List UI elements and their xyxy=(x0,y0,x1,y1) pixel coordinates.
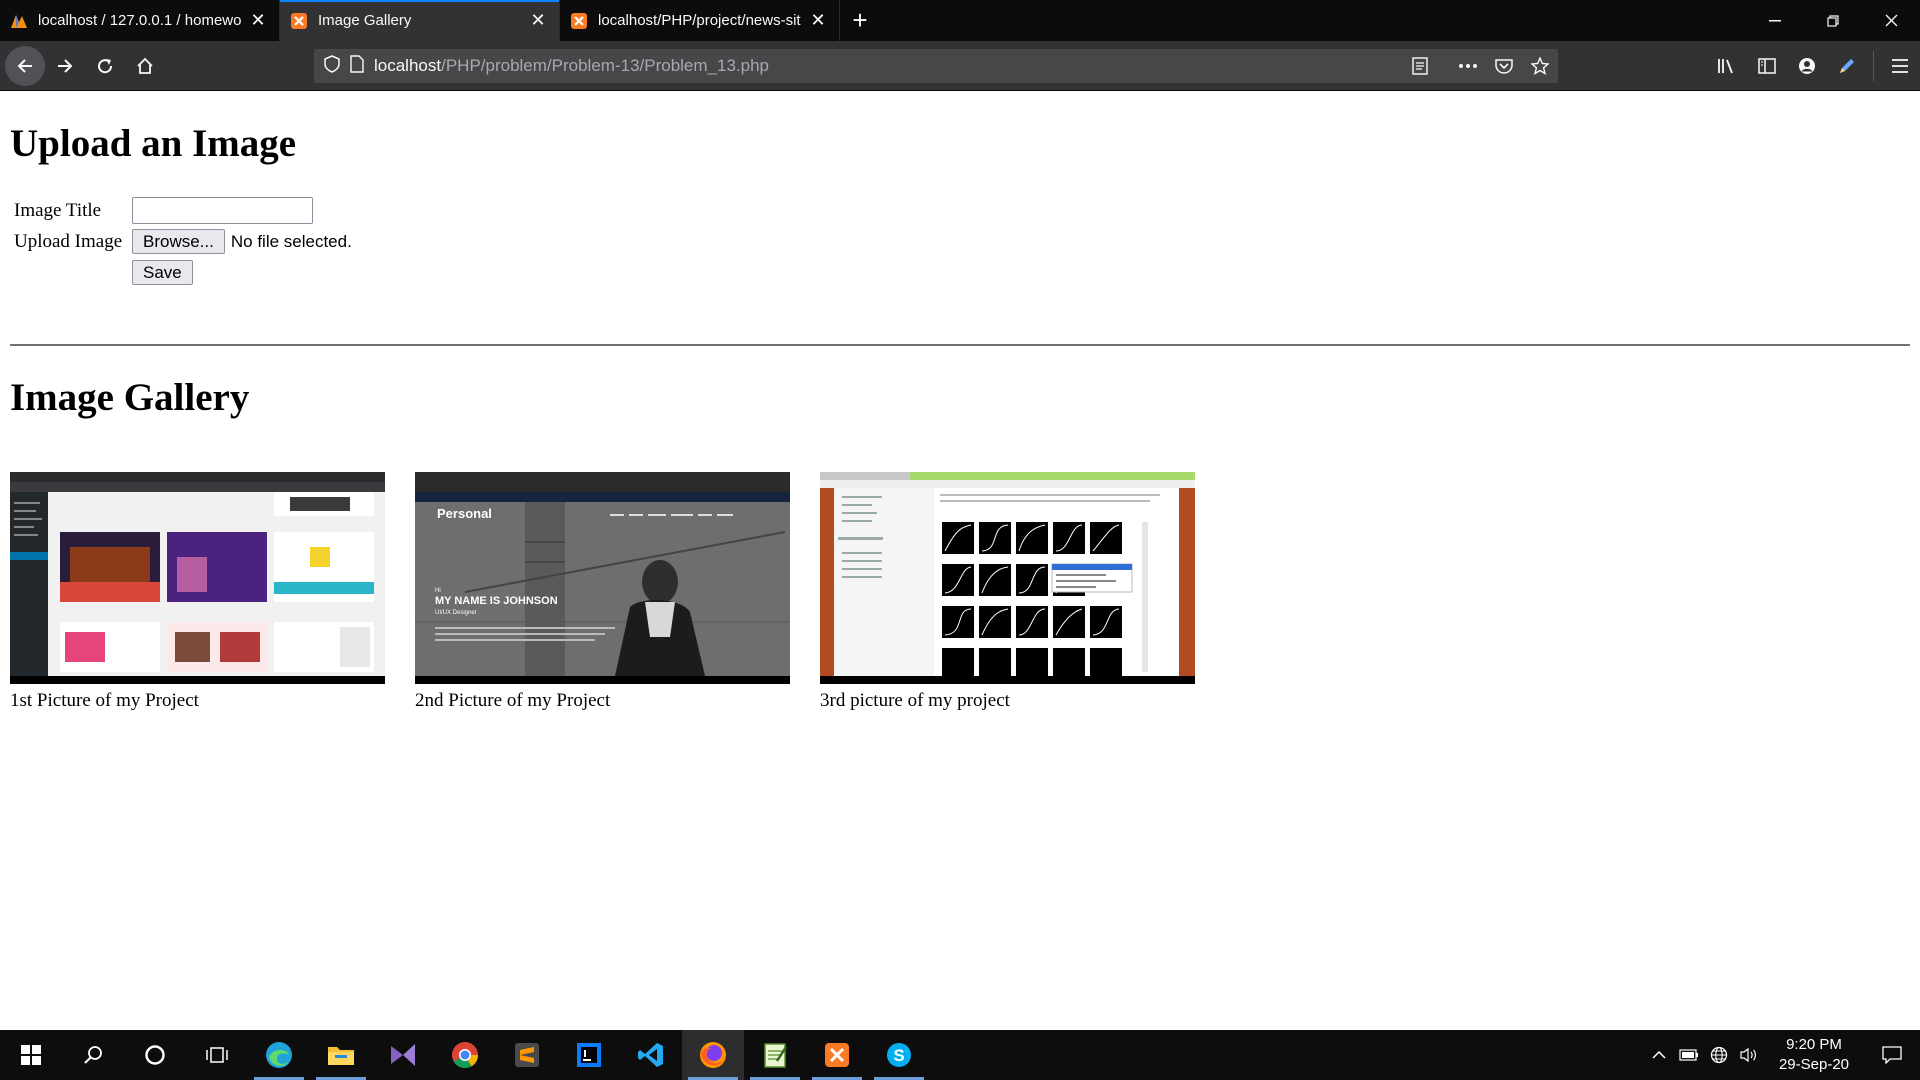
save-button[interactable]: Save xyxy=(132,260,193,285)
admin-dashboard-screenshot[interactable] xyxy=(10,472,385,684)
clock-time: 9:20 PM xyxy=(1786,1036,1842,1053)
tab-strip: localhost / 127.0.0.1 / homewo ✕ Image G… xyxy=(0,0,1920,41)
browse-button[interactable]: Browse... xyxy=(132,229,225,254)
new-tab-button[interactable]: + xyxy=(840,0,880,41)
arrow-left-icon xyxy=(17,58,32,73)
notepad-icon[interactable] xyxy=(744,1030,806,1080)
gallery-caption: 1st Picture of my Project xyxy=(10,690,199,711)
upload-row: Upload Image Browse... No file selected. xyxy=(14,226,352,257)
section-divider xyxy=(10,344,1910,346)
cortana-icon[interactable] xyxy=(124,1030,186,1080)
xampp-icon xyxy=(570,12,588,30)
sublime-text-icon[interactable] xyxy=(496,1030,558,1080)
restore-icon[interactable] xyxy=(1804,0,1862,41)
extension-pen-icon[interactable] xyxy=(1827,41,1867,91)
window-controls xyxy=(1746,0,1920,41)
windows-start-icon[interactable] xyxy=(0,1030,62,1080)
toolbar-actions xyxy=(1707,41,1920,91)
portfolio-brand: Personal xyxy=(437,506,492,521)
file-status: No file selected. xyxy=(230,231,352,251)
reader-view-icon[interactable] xyxy=(1402,49,1438,83)
portfolio-headline: MY NAME IS JOHNSON xyxy=(435,595,558,607)
phpmyadmin-icon xyxy=(10,12,28,30)
forward-button[interactable] xyxy=(45,46,85,86)
tab-news-site[interactable]: localhost/PHP/project/news-sit ✕ xyxy=(560,0,840,41)
tab-phpmyadmin[interactable]: localhost / 127.0.0.1 / homewo ✕ xyxy=(0,0,280,41)
portfolio-role: UI/UX Designer xyxy=(435,610,477,616)
task-view-icon[interactable] xyxy=(186,1030,248,1080)
portfolio-site-screenshot[interactable]: Personal Hi MY NAME IS JOHNSON UI/UX Des… xyxy=(415,472,790,684)
tracking-protection-icon[interactable] xyxy=(324,54,340,78)
windows-taskbar: S 9:20 PM 29-Sep-20 xyxy=(0,1030,1920,1080)
gallery-heading: Image Gallery xyxy=(10,376,250,419)
gallery-item: 1st Picture of my Project xyxy=(10,472,385,712)
chrome-icon[interactable] xyxy=(434,1030,496,1080)
sidebar-icon[interactable] xyxy=(1747,41,1787,91)
portfolio-hi: Hi xyxy=(435,588,441,594)
back-button[interactable] xyxy=(5,45,45,86)
reload-icon xyxy=(98,58,113,73)
hamburger-menu-icon[interactable] xyxy=(1880,41,1920,91)
clock-date: 29-Sep-20 xyxy=(1778,1056,1850,1073)
gallery-item: 3rd picture of my project xyxy=(820,472,1195,712)
arrow-right-icon xyxy=(58,58,73,73)
image-gallery: 1st Picture of my Project Personal Hi MY… xyxy=(10,472,1225,712)
xampp-icon xyxy=(290,12,308,30)
edge-icon[interactable] xyxy=(248,1030,310,1080)
notification-center-icon[interactable] xyxy=(1864,1030,1920,1080)
url-host: localhost xyxy=(374,56,442,75)
url-actions xyxy=(1402,49,1558,83)
page-content: Upload an Image Image Title Upload Image… xyxy=(0,92,1920,1030)
bookmark-star-icon[interactable] xyxy=(1522,49,1558,83)
close-icon[interactable]: ✕ xyxy=(247,10,269,31)
reload-button[interactable] xyxy=(85,46,125,86)
chevron-up-icon[interactable] xyxy=(1644,1030,1674,1080)
pocket-icon[interactable] xyxy=(1486,49,1522,83)
library-icon[interactable] xyxy=(1707,41,1747,91)
search-icon[interactable] xyxy=(62,1030,124,1080)
url-path: /PHP/problem/Problem-13/Problem_13.php xyxy=(441,56,769,75)
account-icon[interactable] xyxy=(1787,41,1827,91)
vscode-icon[interactable] xyxy=(620,1030,682,1080)
close-window-icon[interactable] xyxy=(1862,0,1920,41)
gallery-caption: 2nd Picture of my Project xyxy=(415,690,611,711)
tab-title: localhost/PHP/project/news-sit xyxy=(598,12,801,29)
minimize-icon[interactable] xyxy=(1746,0,1804,41)
volume-icon[interactable] xyxy=(1734,1030,1764,1080)
upload-heading: Upload an Image xyxy=(10,122,297,165)
jquery-easing-screenshot[interactable] xyxy=(820,472,1195,684)
file-explorer-icon[interactable] xyxy=(310,1030,372,1080)
image-title-label: Image Title xyxy=(14,199,102,221)
xampp-icon[interactable] xyxy=(806,1030,868,1080)
intellij-icon[interactable] xyxy=(558,1030,620,1080)
page-info-icon[interactable] xyxy=(350,54,364,78)
svg-text:S: S xyxy=(893,1046,904,1065)
upload-form: Image Title Upload Image Browse... No fi… xyxy=(14,195,352,288)
navigation-toolbar: localhost/PHP/problem/Problem-13/Problem… xyxy=(0,41,1920,91)
save-row: Save xyxy=(14,257,352,288)
address-bar[interactable]: localhost/PHP/problem/Problem-13/Problem… xyxy=(314,49,1558,83)
firefox-icon[interactable] xyxy=(682,1030,744,1080)
title-row: Image Title xyxy=(14,195,352,226)
close-icon[interactable]: ✕ xyxy=(527,10,549,31)
upload-image-label: Upload Image xyxy=(14,230,123,252)
system-tray: 9:20 PM 29-Sep-20 xyxy=(1644,1030,1920,1080)
globe-network-icon[interactable] xyxy=(1704,1030,1734,1080)
taskbar-clock[interactable]: 9:20 PM 29-Sep-20 xyxy=(1764,1035,1864,1075)
url-text[interactable]: localhost/PHP/problem/Problem-13/Problem… xyxy=(374,56,769,76)
gallery-item: Personal Hi MY NAME IS JOHNSON UI/UX Des… xyxy=(415,472,790,712)
visual-studio-icon[interactable] xyxy=(372,1030,434,1080)
image-title-input[interactable] xyxy=(132,197,313,224)
gallery-caption: 3rd picture of my project xyxy=(820,690,1010,711)
tab-title: Image Gallery xyxy=(318,12,412,29)
battery-icon[interactable] xyxy=(1674,1030,1704,1080)
close-icon[interactable]: ✕ xyxy=(807,10,829,31)
skype-icon[interactable]: S xyxy=(868,1030,930,1080)
home-icon xyxy=(137,57,153,74)
tab-title: localhost / 127.0.0.1 / homewo xyxy=(38,12,242,29)
home-button[interactable] xyxy=(125,46,165,86)
tab-image-gallery[interactable]: Image Gallery ✕ xyxy=(280,0,560,41)
more-actions-icon[interactable] xyxy=(1450,49,1486,83)
